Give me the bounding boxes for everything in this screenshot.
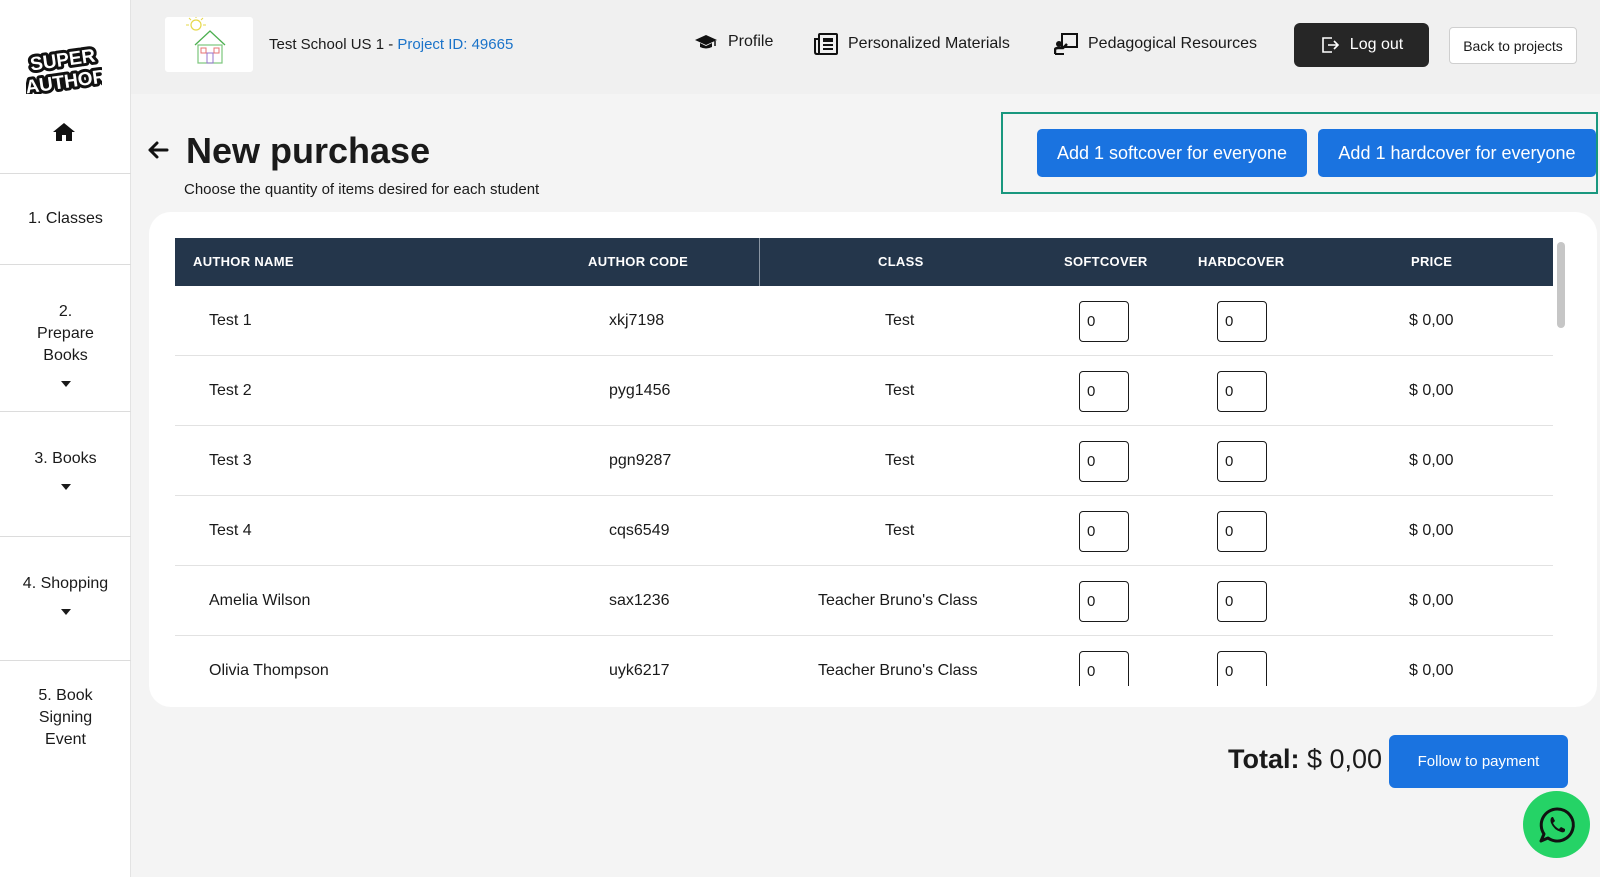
hardcover-quantity-input[interactable] [1217, 371, 1267, 412]
table-row: Olivia Thompson uyk6217 Teacher Bruno's … [175, 636, 1553, 686]
logout-label: Log out [1349, 36, 1404, 53]
order-total: Total: $ 0,00 [1228, 744, 1382, 775]
price-cell: $ 0,00 [1409, 382, 1454, 399]
sidebar-item-label: 4. Shopping [22, 575, 109, 592]
nav-profile-label: Profile [728, 33, 774, 50]
table-row: Test 1 xkj7198 Test $ 0,00 [175, 286, 1553, 356]
author-code-cell: cqs6549 [609, 522, 670, 539]
table-row: Test 3 pgn9287 Test $ 0,00 [175, 426, 1553, 496]
total-value: $ 0,00 [1307, 744, 1383, 774]
price-cell: $ 0,00 [1409, 522, 1454, 539]
sidebar-item-prepare-books[interactable]: 2. Prepare Books [0, 264, 131, 411]
softcover-quantity-input[interactable] [1079, 301, 1129, 342]
class-cell: Test [885, 382, 915, 399]
author-name-cell: Test 4 [209, 522, 252, 539]
softcover-quantity-input[interactable] [1079, 441, 1129, 482]
price-cell: $ 0,00 [1409, 662, 1454, 679]
softcover-quantity-input[interactable] [1079, 581, 1129, 622]
column-header-softcover: SOFTCOVER [1064, 254, 1148, 269]
logout-button[interactable]: Log out [1294, 23, 1429, 67]
project-id-link[interactable]: Project ID: 49665 [397, 36, 513, 53]
purchase-table: AUTHOR NAME AUTHOR CODE CLASS SOFTCOVER … [175, 238, 1553, 686]
nav-pedagogical-resources-label: Pedagogical Resources [1088, 35, 1257, 52]
back-to-projects-button[interactable]: Back to projects [1449, 27, 1577, 64]
home-icon[interactable] [52, 122, 76, 142]
sidebar: SUPER SUPER AUTHOR AUTHOR 1. Classes 2. … [0, 0, 131, 877]
super-author-logo[interactable]: SUPER SUPER AUTHOR AUTHOR [21, 43, 111, 102]
column-header-author-code: AUTHOR CODE [588, 254, 689, 269]
author-name-cell: Test 2 [209, 382, 252, 399]
chevron-down-icon[interactable] [60, 381, 71, 387]
add-softcover-everyone-button[interactable]: Add 1 softcover for everyone [1037, 129, 1307, 177]
purchase-table-card: AUTHOR NAME AUTHOR CODE CLASS SOFTCOVER … [149, 212, 1597, 707]
header-divider [759, 238, 760, 286]
class-cell: Test [885, 312, 915, 329]
author-code-cell: sax1236 [609, 592, 670, 609]
back-arrow-icon[interactable] [146, 138, 170, 162]
page-title: New purchase [186, 130, 431, 171]
chevron-down-icon[interactable] [60, 609, 71, 615]
whatsapp-icon [1539, 806, 1575, 842]
hardcover-quantity-input[interactable] [1217, 581, 1267, 622]
nav-pedagogical-resources[interactable]: Pedagogical Resources [1054, 33, 1257, 55]
hardcover-quantity-input[interactable] [1217, 441, 1267, 482]
author-name-cell: Test 3 [209, 452, 252, 469]
top-header: Test School US 1 - Project ID: 49665 Pro… [131, 0, 1600, 94]
table-row: Test 2 pyg1456 Test $ 0,00 [175, 356, 1553, 426]
author-name-cell: Olivia Thompson [209, 662, 329, 679]
column-header-author-name: AUTHOR NAME [193, 254, 294, 269]
chevron-down-icon[interactable] [60, 484, 71, 490]
scrollbar-thumb[interactable] [1557, 242, 1565, 328]
table-scrollbar[interactable] [1555, 238, 1567, 686]
price-cell: $ 0,00 [1409, 592, 1454, 609]
school-name-text: Test School US 1 - [269, 36, 398, 53]
author-name-cell: Test 1 [209, 312, 252, 329]
author-code-cell: uyk6217 [609, 662, 670, 679]
class-cell: Teacher Bruno's Class [818, 592, 978, 609]
column-header-price: PRICE [1411, 254, 1453, 269]
softcover-quantity-input[interactable] [1079, 651, 1129, 686]
page-subtitle: Choose the quantity of items desired for… [184, 181, 540, 198]
follow-to-payment-button[interactable]: Follow to payment [1389, 735, 1568, 788]
graduation-cap-icon [695, 35, 717, 49]
sidebar-item-books[interactable]: 3. Books [0, 411, 131, 536]
price-cell: $ 0,00 [1409, 452, 1454, 469]
author-code-cell: pgn9287 [609, 452, 672, 469]
total-label: Total: [1228, 744, 1300, 774]
column-header-class: CLASS [878, 254, 924, 269]
add-hardcover-everyone-button[interactable]: Add 1 hardcover for everyone [1318, 129, 1596, 177]
price-cell: $ 0,00 [1409, 312, 1454, 329]
table-row: Amelia Wilson sax1236 Teacher Bruno's Cl… [175, 566, 1553, 636]
hardcover-quantity-input[interactable] [1217, 511, 1267, 552]
nav-profile[interactable]: Profile [694, 33, 773, 51]
class-cell: Teacher Bruno's Class [818, 662, 978, 679]
sidebar-item-label: 2. Prepare Books [37, 303, 94, 364]
sidebar-item-label: 3. Books [34, 450, 97, 467]
nav-personalized-materials[interactable]: Personalized Materials [814, 33, 1010, 55]
author-name-cell: Amelia Wilson [209, 592, 311, 609]
newspaper-icon [814, 33, 838, 55]
nav-personalized-materials-label: Personalized Materials [848, 35, 1010, 52]
sidebar-item-label: 5. Book Signing Event [38, 687, 93, 748]
column-header-hardcover: HARDCOVER [1198, 254, 1285, 269]
school-logo [165, 15, 253, 72]
softcover-quantity-input[interactable] [1079, 511, 1129, 552]
author-code-cell: xkj7198 [609, 312, 665, 329]
author-code-cell: pyg1456 [609, 382, 671, 399]
hardcover-quantity-input[interactable] [1217, 301, 1267, 342]
sidebar-item-label: 1. Classes [28, 210, 103, 227]
teacher-board-icon [1054, 33, 1078, 55]
sidebar-item-shopping[interactable]: 4. Shopping [0, 536, 131, 660]
hardcover-quantity-input[interactable] [1217, 651, 1267, 686]
class-cell: Test [885, 452, 915, 469]
school-name: Test School US 1 - Project ID: 49665 [269, 36, 513, 53]
table-row: Test 4 cqs6549 Test $ 0,00 [175, 496, 1553, 566]
logout-icon [1321, 37, 1339, 53]
class-cell: Test [885, 522, 915, 539]
sidebar-item-book-signing-event[interactable]: 5. Book Signing Event [0, 660, 131, 770]
softcover-quantity-input[interactable] [1079, 371, 1129, 412]
whatsapp-chat-button[interactable] [1523, 791, 1590, 858]
table-header: AUTHOR NAME AUTHOR CODE CLASS SOFTCOVER … [175, 238, 1553, 286]
sidebar-item-classes[interactable]: 1. Classes [0, 173, 131, 264]
